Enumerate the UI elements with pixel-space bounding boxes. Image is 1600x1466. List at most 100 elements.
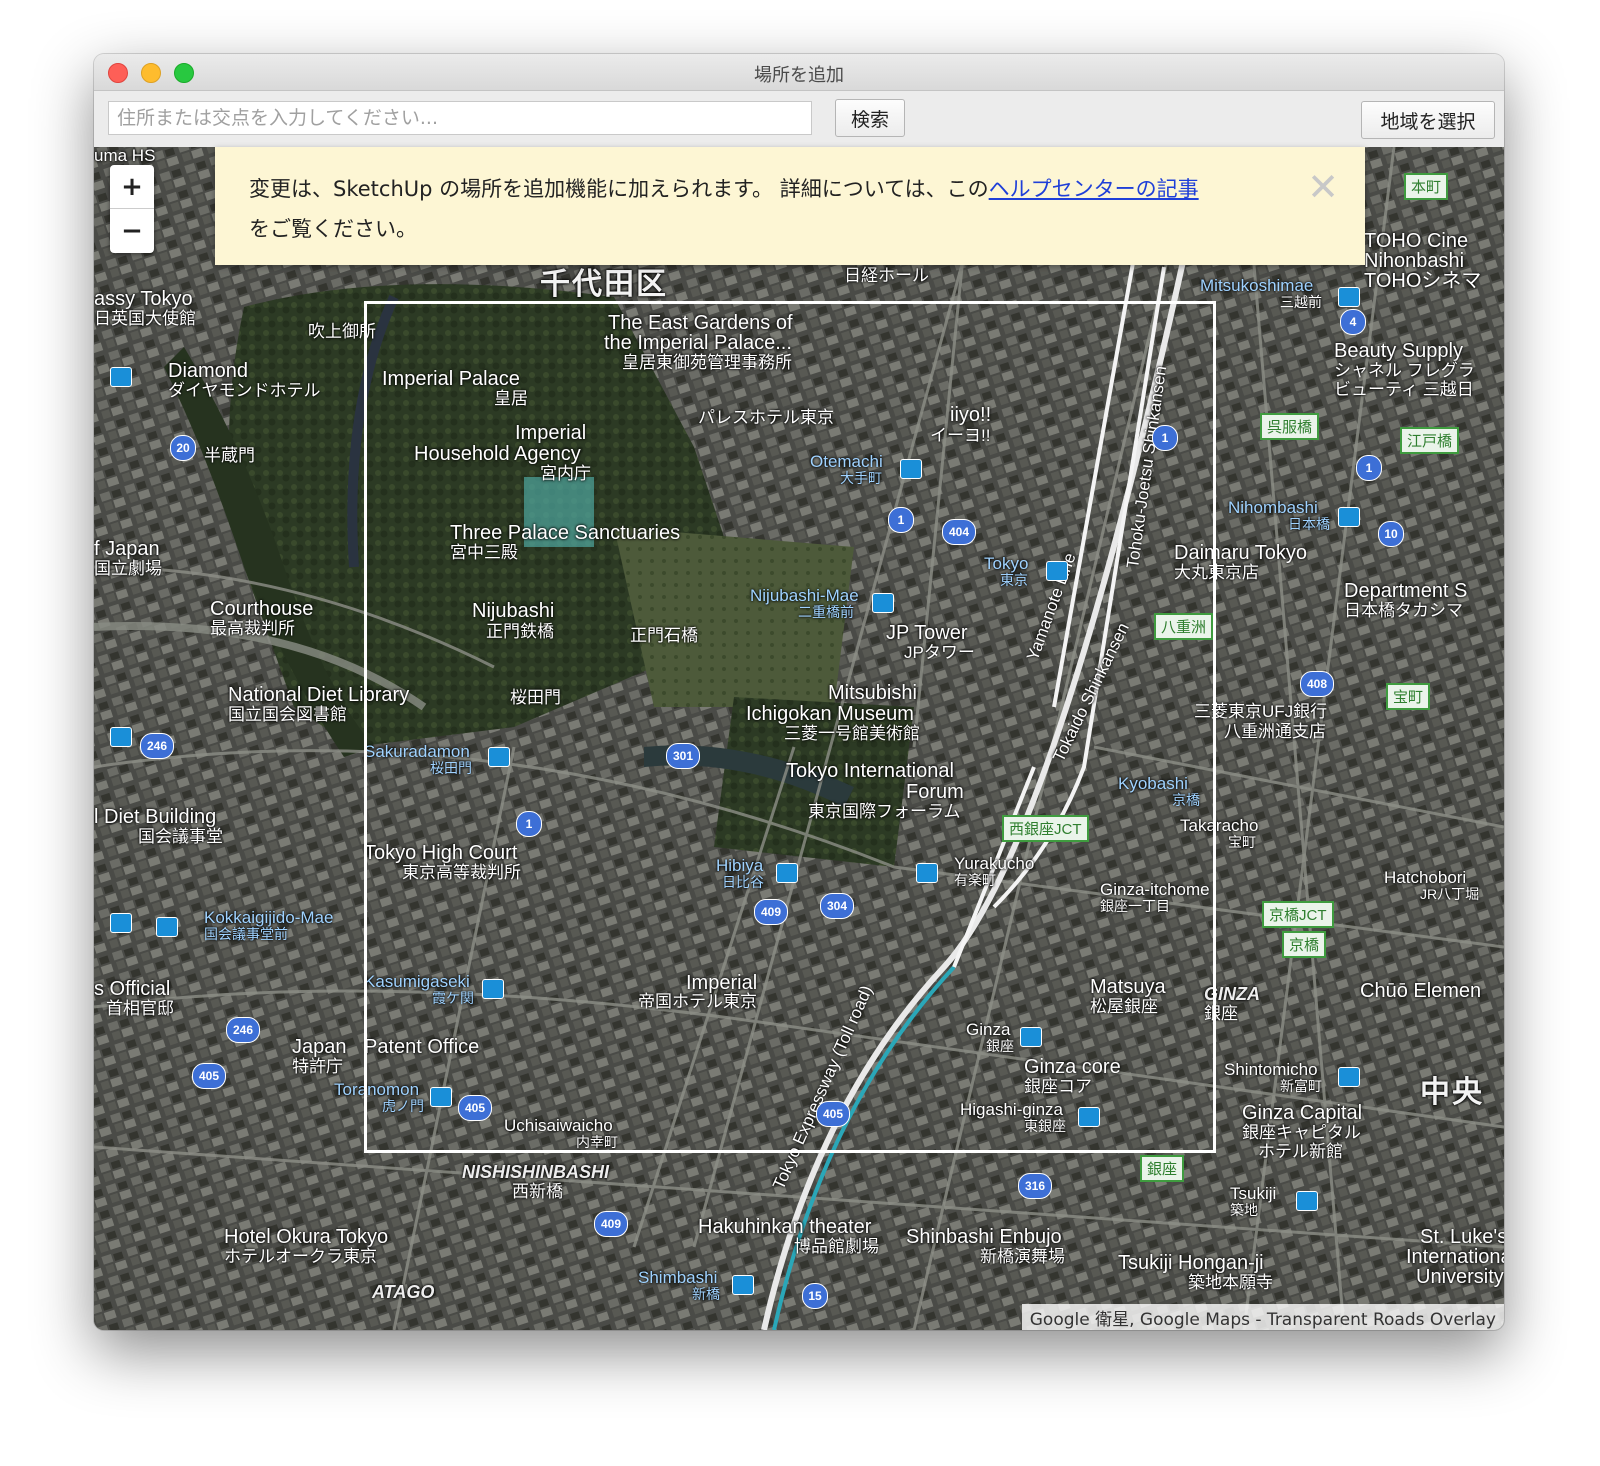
map-label-poi: assy Tokyo [94,288,193,310]
map-label-station: 三越前 [1280,294,1322,310]
select-region-button[interactable]: 地域を選択 [1361,101,1495,139]
map-label-junction: 本町 [1404,173,1449,200]
map-label-junction: 銀座 [1140,1155,1185,1182]
address-search-input[interactable] [108,101,812,135]
map-label-poi: Department S [1344,580,1468,602]
map-label-station: JR八丁堀 [1420,886,1480,902]
route-badge: 246 [140,733,174,759]
zoom-in-button[interactable]: + [110,165,154,209]
map-label-poi: 最高裁判所 [210,619,295,638]
map-label-poi: 八重洲通支店 [1224,722,1326,741]
map-label-poi: St. Luke's [1420,1226,1504,1248]
route-badge: 20 [170,435,196,461]
map-label-poi: Hakuhinkan theater [698,1216,872,1238]
subway-icon [1338,1067,1360,1087]
map-label-poi: TOHOシネマ [1364,270,1482,292]
map-label-station: 日本橋 [1288,516,1330,532]
map-label-area: NISHISHINBASHI [462,1162,610,1182]
route-badge: 15 [802,1283,828,1309]
map-label-area: 西新橋 [512,1182,563,1201]
map-label-poi: Beauty Supply [1334,340,1463,362]
map-label-poi: 日経ホール [844,266,929,285]
map-label-station: Kokkaigijido-Mae [204,908,334,927]
map-label-junction: 京橋JCT [1262,901,1334,928]
map-label-poi: 日英国大使館 [94,309,196,328]
subway-icon [156,917,178,937]
map-label-poi: Japan [292,1036,347,1058]
map-label-poi: Chūō Elemen [1360,980,1482,1002]
map-label-area: ATAGO [372,1282,435,1302]
map-label-poi: Diamond [168,360,249,382]
map-label-station: 新富町 [1280,1078,1322,1094]
route-badge: 1 [1356,455,1382,481]
subway-icon [732,1275,754,1295]
subway-icon [110,367,132,387]
map-label-poi: Shinbashi Enbujo [906,1226,1062,1248]
map-label-station: Nihombashi [1228,498,1318,517]
route-badge: 405 [192,1063,226,1089]
map-label-poi: 特許庁 [292,1057,343,1076]
map-label-station: Hatchobori [1384,868,1467,887]
window-title: 場所を追加 [754,65,844,86]
map-label-station: 国会議事堂前 [204,926,288,942]
satellite-map[interactable]: 千代田区 The East Gardens of the Imperial Pa… [94,147,1504,1330]
map-label-poi: ダイヤモンドホテル [168,381,321,400]
close-icon[interactable]: ✕ [1307,167,1339,207]
map-label-station: Mitsukoshimae [1200,276,1314,295]
map-label-poi: 新橋演舞場 [980,1247,1065,1266]
map-label-poi: 築地本願寺 [1188,1273,1273,1292]
map-label-poi: University [1416,1266,1504,1288]
map-label-station: Tsukiji [1230,1184,1277,1203]
subway-icon [110,727,132,747]
map-label-poi: f Japan [94,538,160,560]
map-label-poi: 国会議事堂 [138,827,223,846]
subway-icon [1338,507,1360,527]
map-label-station: 宝町 [1228,834,1256,850]
map-label-poi: uma HS [94,146,156,165]
selection-area[interactable] [364,301,1216,1153]
map-label-poi: 博品館劇場 [794,1237,879,1256]
map-label-poi: International [1406,1246,1504,1268]
map-label-poi: ビューティ 三越日 [1334,380,1474,399]
map-label-poi: l Diet Building [94,806,217,828]
map-label-poi: 半蔵門 [204,446,255,465]
map-label-poi: 国立劇場 [94,559,162,578]
app-window: 場所を追加 検索 地域を選択 [94,54,1504,1330]
map-label-poi: Tsukiji Hongan-ji [1118,1252,1264,1274]
map-label-junction: 呉服橋 [1260,413,1320,440]
map-label-poi: 国立国会図書館 [228,705,347,724]
map-label-station: 新橋 [692,1286,720,1302]
map-label-station: Shimbashi [638,1268,718,1287]
map-label-poi: 日本橋タカシマ [1344,601,1463,620]
search-button[interactable]: 検索 [835,99,905,137]
subway-icon [1296,1191,1318,1211]
title-bar: 場所を追加 [94,54,1504,91]
map-label-poi: 首相官邸 [106,999,174,1018]
info-banner: 変更は、SketchUp の場所を追加機能に加えられます。 詳細については、この… [215,147,1365,265]
banner-text-end: をご覧ください。 [249,217,417,241]
map-label-junction: 宝町 [1386,683,1431,710]
banner-text: 変更は、SketchUp の場所を追加機能に加えられます。 詳細については、この [249,177,989,201]
map-label-poi: Courthouse [210,598,314,620]
map-attribution: Google 衛星, Google Maps - Transparent Roa… [1021,1304,1504,1330]
route-badge: 4 [1340,309,1366,335]
map-label-poi: Hotel Okura Tokyo [224,1226,389,1248]
map-label-poi: Nihonbashi [1364,250,1465,272]
map-label-poi: Ginza Capital [1242,1102,1363,1124]
help-center-link[interactable]: ヘルプセンターの記事 [989,177,1199,201]
map-label-district: 中央 [1420,1076,1484,1109]
map-label-station: Shintomicho [1224,1060,1318,1079]
subway-icon [1338,287,1360,307]
zoom-control: + − [110,165,154,253]
map-label-district: 千代田区 [540,268,668,301]
map-label-station: 築地 [1230,1202,1258,1218]
map-label-poi: ホテル新館 [1258,1142,1343,1161]
subway-icon [110,913,132,933]
zoom-out-button[interactable]: − [110,209,154,252]
map-label-poi: s Official [94,978,171,1000]
map-label-poi: ホテルオークラ東京 [224,1247,377,1266]
route-badge: 408 [1300,671,1334,697]
route-badge: 246 [226,1017,260,1043]
map-label-poi: TOHO Cine [1364,230,1469,252]
map-label-poi: シャネル フレグラ [1334,361,1475,380]
